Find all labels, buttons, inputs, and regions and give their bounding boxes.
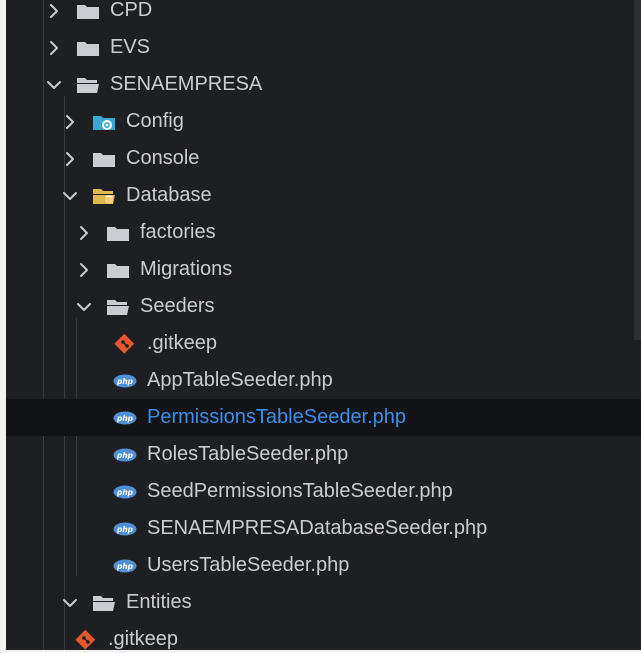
chevron-right-icon[interactable] (74, 260, 94, 280)
folder-icon (106, 223, 130, 243)
php-icon: php (113, 371, 137, 391)
folder-open-icon (92, 593, 116, 613)
chevron-right-icon[interactable] (60, 112, 80, 132)
tree-file-row[interactable]: php RolesTableSeeder.php (6, 436, 641, 473)
tree-folder-row[interactable]: Seeders (6, 288, 641, 325)
tree-item-label: Console (126, 147, 200, 169)
tree-folder-row[interactable]: factories (6, 214, 641, 251)
chevron-right-icon[interactable] (74, 223, 94, 243)
svg-text:php: php (116, 562, 134, 571)
tree-file-row[interactable]: .gitkeep (6, 325, 641, 362)
chevron-right-icon[interactable] (44, 1, 64, 21)
tree-folder-row[interactable]: Console (6, 140, 641, 177)
tree-item-label: .gitkeep (108, 628, 179, 650)
tree-item-label: Migrations (140, 258, 233, 280)
file-explorer: CPD EVS SENAEMPRESA Config Console Database fa… (6, 0, 641, 650)
tree-folder-row[interactable]: Migrations (6, 251, 641, 288)
php-icon: php (113, 556, 137, 576)
folder-open-icon (76, 75, 100, 95)
tree-item-label: Entities (126, 591, 192, 613)
php-icon: php (113, 482, 137, 502)
tree-file-row[interactable]: php SENAEMPRESADatabaseSeeder.php (6, 510, 641, 547)
chevron-down-icon[interactable] (44, 75, 64, 95)
tree-item-label: AppTableSeeder.php (147, 369, 333, 391)
folder-icon (76, 38, 100, 58)
tree-file-row[interactable]: php AppTableSeeder.php (6, 362, 641, 399)
tree-file-row[interactable]: php PermissionsTableSeeder.php (6, 399, 641, 436)
tree-item-label: SENAEMPRESADatabaseSeeder.php (147, 517, 488, 539)
tree-folder-row[interactable]: Database (6, 177, 641, 214)
tree-item-label: PermissionsTableSeeder.php (147, 406, 407, 428)
svg-text:php: php (116, 414, 134, 423)
tree-item-label: EVS (110, 36, 151, 58)
tree-folder-row[interactable]: EVS (6, 29, 641, 66)
tree-folder-row[interactable]: Config (6, 103, 641, 140)
chevron-right-icon[interactable] (60, 149, 80, 169)
php-icon: php (113, 445, 137, 465)
chevron-down-icon[interactable] (60, 593, 80, 613)
chevron-down-icon[interactable] (74, 297, 94, 317)
tree-folder-row[interactable]: Entities (6, 584, 641, 621)
config-folder-icon (92, 112, 116, 132)
tree-item-label: factories (140, 221, 216, 243)
svg-text:php: php (116, 377, 134, 386)
git-icon (74, 629, 98, 650)
tree-item-label: CPD (110, 0, 153, 21)
chevron-right-icon[interactable] (44, 38, 64, 58)
tree-item-label: Database (126, 184, 212, 206)
tree-file-row[interactable]: php SeedPermissionsTableSeeder.php (6, 473, 641, 510)
git-icon (113, 333, 137, 354)
tree-folder-row[interactable]: SENAEMPRESA (6, 66, 641, 103)
database-folder-open-icon (92, 186, 116, 206)
php-icon: php (113, 408, 137, 428)
tree-item-label: Seeders (140, 295, 215, 317)
folder-open-icon (106, 297, 130, 317)
svg-text:php: php (116, 488, 134, 497)
svg-text:php: php (116, 525, 134, 534)
tree-item-label: RolesTableSeeder.php (147, 443, 349, 465)
folder-icon (106, 260, 130, 280)
tree-file-row[interactable]: .gitkeep (6, 621, 641, 650)
tree-folder-row[interactable]: CPD (6, 0, 641, 29)
svg-text:php: php (116, 451, 134, 460)
tree-item-label: Config (126, 110, 184, 132)
tree-item-label: SENAEMPRESA (110, 73, 263, 95)
folder-icon (92, 149, 116, 169)
tree-item-label: UsersTableSeeder.php (147, 554, 350, 576)
tree-item-label: SeedPermissionsTableSeeder.php (147, 480, 453, 502)
chevron-down-icon[interactable] (60, 186, 80, 206)
tree-file-row[interactable]: php UsersTableSeeder.php (6, 547, 641, 584)
folder-icon (76, 1, 100, 21)
tree-item-label: .gitkeep (147, 332, 218, 354)
php-icon: php (113, 519, 137, 539)
